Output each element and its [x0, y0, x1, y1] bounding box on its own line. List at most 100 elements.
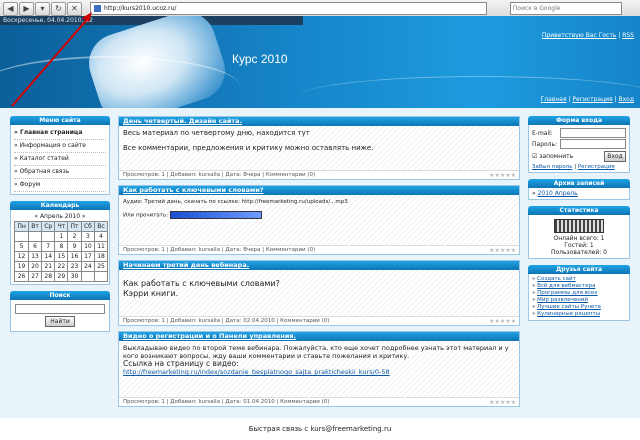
stop-icon[interactable]: ✕ — [67, 2, 82, 16]
calendar-month[interactable]: « Апрель 2010 » — [14, 212, 106, 221]
login-button[interactable]: Вход — [604, 151, 626, 162]
cal-day[interactable]: 15 — [54, 251, 69, 262]
cal-day[interactable]: 4 — [94, 231, 108, 242]
rating-stars-icon[interactable]: ★★★★★ — [489, 318, 516, 325]
email-label: E-mail: — [532, 129, 553, 137]
cal-day[interactable]: 19 — [13, 261, 30, 272]
cal-day[interactable]: 29 — [54, 271, 69, 282]
menu-item-info[interactable]: » Информация о сайте — [14, 140, 106, 153]
cal-day[interactable]: 23 — [67, 261, 82, 272]
cal-day[interactable]: 8 — [54, 241, 69, 252]
post-meta-text: Просмотров: 1 | Добавил: kursalla | Дата… — [123, 247, 316, 253]
menu-item-feedback[interactable]: » Обратная связь — [14, 166, 106, 179]
menu-item-home[interactable]: » Главная страница — [14, 127, 106, 140]
friend-link[interactable]: » Кулинарные рецепты — [532, 311, 626, 318]
search-button[interactable]: Найти — [45, 316, 75, 327]
cal-day[interactable]: 16 — [67, 251, 82, 262]
post-title: Начинаем третий день вебинара. — [119, 261, 519, 270]
menu-item-forum[interactable]: » Форум — [14, 179, 106, 192]
cal-day[interactable]: 5 — [13, 241, 30, 252]
cal-day[interactable]: 1 — [54, 231, 69, 242]
weekday: Пт — [67, 221, 82, 232]
browser-toolbar: ◀ ▶ ▾ ↻ ✕ http://kurs2010.ucoz.ru/ Поиск… — [0, 0, 640, 17]
post-text: Аудио: Третий день, скачать по ссылке: h… — [123, 199, 348, 205]
rating-stars-icon[interactable]: ★★★★★ — [489, 172, 516, 179]
nav-register-link[interactable]: Регистрация — [572, 96, 612, 103]
post-meta: Просмотров: 1 | Добавил: kursalla | Дата… — [119, 170, 519, 179]
cal-day[interactable]: 2 — [67, 231, 82, 242]
password-field[interactable] — [560, 139, 626, 149]
address-bar[interactable]: http://kurs2010.ucoz.ru/ — [90, 2, 487, 15]
post-title-link[interactable]: Видео о регистрации и о Панели управлени… — [123, 332, 296, 340]
cal-day — [40, 231, 56, 242]
cal-day[interactable]: 17 — [80, 251, 96, 262]
rating-stars-icon[interactable]: ★★★★★ — [489, 247, 516, 254]
cal-day — [13, 231, 30, 242]
friend-link[interactable]: » Всё для вебмастера — [532, 283, 626, 290]
post-meta-text: Просмотров: 1 | Добавил: kursalla | Дата… — [123, 172, 316, 178]
cal-day[interactable]: 22 — [54, 261, 69, 272]
cal-day[interactable]: 9 — [67, 241, 82, 252]
back-icon[interactable]: ◀ — [3, 2, 18, 16]
cal-day[interactable]: 24 — [80, 261, 96, 272]
friend-link[interactable]: » Лучшие сайты Рунета — [532, 304, 626, 311]
post-body: Аудио: Третий день, скачать по ссылке: h… — [119, 195, 519, 245]
site-search-input[interactable] — [15, 304, 105, 314]
archive-link[interactable]: 2010 Апрель — [538, 190, 578, 197]
search-field[interactable]: Поиск в Google — [510, 2, 622, 15]
address-text: http://kurs2010.ucoz.ru/ — [104, 5, 177, 12]
cal-day[interactable]: 27 — [28, 271, 42, 282]
friend-link[interactable]: » Создать сайт — [532, 276, 626, 283]
cal-day[interactable]: 13 — [28, 251, 42, 262]
nav-home-link[interactable]: Главная — [541, 96, 567, 103]
cal-day — [28, 231, 42, 242]
friend-label: Кулинарные рецепты — [537, 311, 601, 317]
post-text: Кэрри книги. — [123, 289, 179, 298]
post-text: Ссылка на страницу с видео: — [123, 359, 239, 368]
post: Начинаем третий день вебинара. Как работ… — [118, 260, 520, 326]
register-link[interactable]: Регистрация — [578, 164, 615, 170]
friend-link[interactable]: » Программы для всех — [532, 290, 626, 297]
cal-day[interactable]: 12 — [13, 251, 30, 262]
friend-label: Программы для всех — [537, 290, 598, 296]
menu-item-articles[interactable]: » Каталог статей — [14, 153, 106, 166]
rss-link[interactable]: RSS — [622, 32, 634, 39]
cal-day[interactable]: 26 — [13, 271, 30, 282]
post-title-link[interactable]: Начинаем третий день вебинара. — [123, 261, 249, 269]
menu-label: Форум — [19, 181, 41, 188]
cal-day[interactable]: 6 — [28, 241, 42, 252]
cal-day[interactable]: 20 — [28, 261, 42, 272]
cal-day[interactable]: 11 — [94, 241, 108, 252]
nav-login-link[interactable]: Вход — [619, 96, 635, 103]
cal-day[interactable]: 14 — [40, 251, 56, 262]
calendar-title: Календарь — [10, 201, 110, 210]
cal-day[interactable]: 18 — [94, 251, 108, 262]
friend-label: Создать сайт — [537, 276, 576, 282]
cal-day[interactable]: 30 — [67, 271, 82, 282]
cal-day[interactable]: 28 — [40, 271, 56, 282]
cal-day[interactable]: 7 — [40, 241, 56, 252]
post-title-link[interactable]: Как работать с ключевыми словами? — [123, 186, 264, 194]
cal-day[interactable]: 10 — [80, 241, 96, 252]
post-video-link[interactable]: http://freemarketing.ru/index/sozdanie_b… — [123, 368, 515, 376]
friends-block: » Создать сайт » Всё для вебмастера » Пр… — [528, 274, 630, 321]
header-nav: Главная | Регистрация | Вход — [540, 96, 635, 103]
reload-icon[interactable]: ↻ — [51, 2, 66, 16]
cal-day[interactable]: 21 — [40, 261, 56, 272]
post-title-link[interactable]: День четвертый. Дизайн сайта. — [123, 117, 242, 125]
rating-stars-icon[interactable]: ★★★★★ — [489, 399, 516, 406]
cal-day[interactable]: 3 — [80, 231, 96, 242]
forgot-password-link[interactable]: Забыл пароль — [532, 164, 572, 170]
cal-day[interactable]: 25 — [94, 261, 108, 272]
dropdown-icon[interactable]: ▾ — [35, 2, 50, 16]
email-field[interactable] — [560, 128, 626, 138]
post: Видео о регистрации и о Панели управлени… — [118, 331, 520, 407]
counter-badge[interactable] — [554, 219, 604, 233]
cal-day — [80, 271, 96, 282]
remember-checkbox[interactable]: ☑ запомнить — [532, 153, 573, 160]
left-column: Меню сайта » Главная страница » Информац… — [10, 116, 110, 338]
friend-link[interactable]: » Мир развлечений — [532, 297, 626, 304]
audio-player[interactable] — [169, 211, 262, 219]
archive-block: » 2010 Апрель — [528, 188, 630, 200]
forward-icon[interactable]: ▶ — [19, 2, 34, 16]
